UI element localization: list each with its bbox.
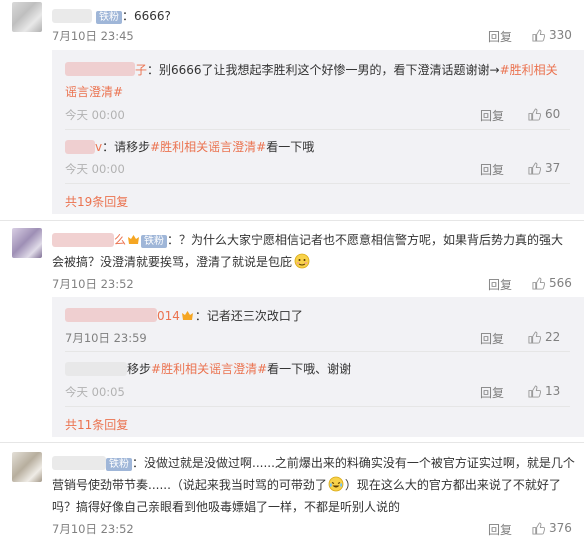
reply-button[interactable]: 回复 bbox=[480, 107, 504, 124]
divider bbox=[65, 351, 570, 352]
laughing-tears-emoji-icon bbox=[328, 476, 344, 492]
thumbs-up-icon bbox=[528, 161, 541, 175]
topic-link[interactable]: #胜利相关谣言澄清# bbox=[150, 140, 266, 154]
comment-time: 7月10日 23:45 bbox=[52, 29, 134, 43]
username-blurred[interactable] bbox=[52, 233, 114, 247]
like-button[interactable]: 330 bbox=[532, 28, 572, 42]
like-count: 330 bbox=[549, 28, 572, 42]
username-blurred[interactable] bbox=[65, 362, 127, 376]
sub-comment-time: 今天 00:05 bbox=[65, 385, 125, 399]
thumbs-up-icon bbox=[528, 107, 541, 121]
comment-text: 铁粉 ：没做过就是没做过啊......之前爆出来的料确实没有一个被官方证实过啊，就… bbox=[106, 452, 575, 474]
comment-divider bbox=[0, 220, 584, 221]
thumbs-up-icon bbox=[532, 276, 545, 290]
username-blurred[interactable] bbox=[65, 140, 95, 154]
avatar[interactable] bbox=[12, 2, 42, 32]
more-replies-link[interactable]: 共19条回复 bbox=[65, 193, 128, 210]
comment-text: 铁粉 ：6666? bbox=[96, 5, 171, 27]
avatar[interactable] bbox=[12, 228, 42, 258]
vip-icon bbox=[127, 234, 140, 245]
thumbs-up-icon bbox=[528, 330, 541, 344]
divider bbox=[65, 183, 570, 184]
thumbs-up-icon bbox=[532, 521, 545, 535]
reply-button[interactable]: 回复 bbox=[488, 28, 512, 45]
sub-comment-text: 子：别6666了让我想起李胜利这个好惨一男的，看下澄清话题谢谢→#胜利相关 bbox=[135, 63, 558, 77]
thumbs-up-icon bbox=[528, 384, 541, 398]
divider bbox=[65, 129, 570, 130]
like-button[interactable]: 566 bbox=[532, 276, 572, 290]
reply-button[interactable]: 回复 bbox=[480, 384, 504, 401]
reply-button[interactable]: 回复 bbox=[480, 330, 504, 347]
like-count: 376 bbox=[549, 521, 572, 535]
sub-comment-time: 今天 00:00 bbox=[65, 108, 125, 122]
thumbs-up-icon bbox=[532, 28, 545, 42]
embarrassed-emoji-icon bbox=[294, 253, 310, 269]
sub-comment-time: 7月10日 23:59 bbox=[65, 331, 147, 345]
like-count: 60 bbox=[545, 107, 561, 121]
comment-divider bbox=[0, 442, 584, 443]
fan-badge: 铁粉 bbox=[106, 458, 132, 471]
like-count: 566 bbox=[549, 276, 572, 290]
reply-button[interactable]: 回复 bbox=[488, 521, 512, 538]
sub-comment-text: 移步#胜利相关谣言澄清#看一下哦、谢谢 bbox=[127, 362, 352, 376]
like-button[interactable]: 22 bbox=[528, 330, 560, 344]
like-button[interactable]: 37 bbox=[528, 161, 560, 175]
like-count: 13 bbox=[545, 384, 561, 398]
comment-time: 7月10日 23:52 bbox=[52, 277, 134, 291]
reply-button[interactable]: 回复 bbox=[488, 276, 512, 293]
sub-comment-time: 今天 00:00 bbox=[65, 162, 125, 176]
avatar[interactable] bbox=[12, 452, 42, 482]
like-button[interactable]: 13 bbox=[528, 384, 560, 398]
like-button[interactable]: 60 bbox=[528, 107, 560, 121]
comment-text: 么铁粉 ：？为什么大家宁愿相信记者也不愿意相信警方呢，如果背后势力真的强大 bbox=[114, 233, 564, 248]
topic-link[interactable]: #胜利相关谣言澄清# bbox=[151, 362, 267, 376]
topic-link[interactable]: #胜利相关 bbox=[500, 63, 558, 77]
sub-comment-text: 014 ：记者还三次改口了 bbox=[157, 309, 303, 323]
like-count: 37 bbox=[545, 161, 561, 175]
divider bbox=[65, 406, 570, 407]
fan-badge: 铁粉 bbox=[96, 11, 122, 24]
comment-time: 7月10日 23:52 bbox=[52, 522, 134, 536]
sub-comment-text: v：请移步#胜利相关谣言澄清#看一下哦 bbox=[95, 140, 315, 154]
username-blurred[interactable] bbox=[65, 62, 135, 76]
like-button[interactable]: 376 bbox=[532, 521, 572, 535]
topic-link[interactable]: 谣言澄清# bbox=[65, 85, 123, 99]
reply-button[interactable]: 回复 bbox=[480, 161, 504, 178]
more-replies-link[interactable]: 共11条回复 bbox=[65, 416, 128, 433]
vip-icon bbox=[181, 310, 194, 321]
username-blurred[interactable] bbox=[65, 308, 157, 322]
username-blurred[interactable] bbox=[52, 9, 92, 23]
fan-badge: 铁粉 bbox=[141, 235, 168, 248]
like-count: 22 bbox=[545, 330, 561, 344]
username-blurred[interactable] bbox=[52, 456, 106, 470]
